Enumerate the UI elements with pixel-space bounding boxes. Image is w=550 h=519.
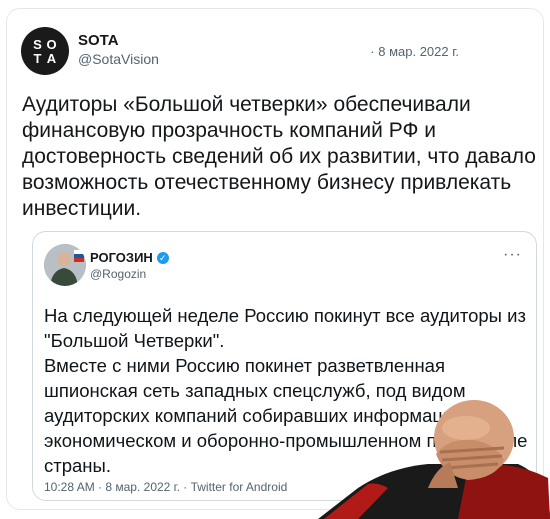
quoted-tweet-meta[interactable]: 10:28 AM · 8 мар. 2022 г. · Twitter for … [44,480,287,494]
tweet-date[interactable]: · 8 мар. 2022 г. [370,44,459,59]
quoted-author-label: РОГОЗИН [90,250,153,265]
logo-letter: S [33,36,43,52]
verified-badge-icon: ✓ [156,251,169,264]
avatar[interactable]: S O T A [21,27,69,75]
logo-letter: A [46,50,58,66]
sota-logo: S O T A [32,38,58,65]
portrait-icon [44,244,86,286]
quoted-author-name[interactable]: РОГОЗИН ✓ [90,250,169,265]
author-name[interactable]: SOTA [78,32,119,49]
facepalm-image [318,400,550,519]
logo-letter: O [46,36,58,52]
tweet-text: Аудиторы «Большой четверки» обеспечивали… [22,93,536,220]
logo-letter: T [33,50,43,66]
avatar[interactable] [44,244,86,286]
more-options-icon[interactable]: ··· [503,246,522,264]
author-handle[interactable]: @SotaVision [78,51,159,67]
quoted-author-handle[interactable]: @Rogozin [90,267,146,281]
